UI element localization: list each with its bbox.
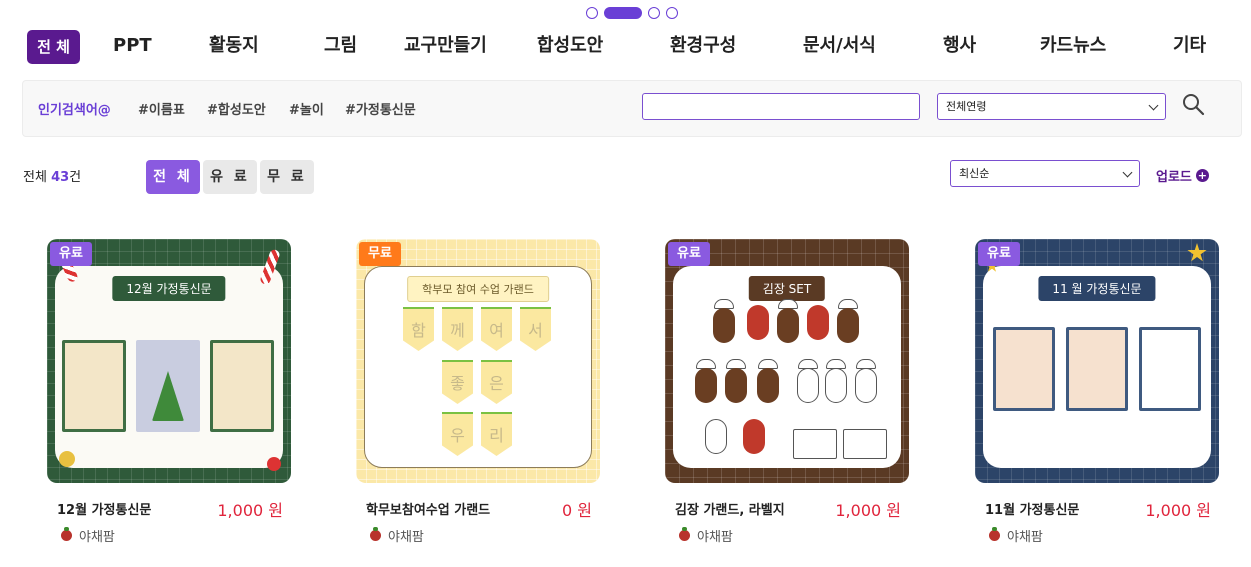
nav-item-drawing[interactable]: 그림 <box>324 28 357 64</box>
chevron-down-icon <box>1122 167 1133 178</box>
thumbnail-title: 학부모 참여 수업 가랜드 <box>407 276 549 302</box>
free-badge: 무료 <box>359 242 401 266</box>
nav-item-all[interactable]: 전 체 <box>27 30 80 64</box>
upload-label: 업로드 <box>1156 170 1192 185</box>
category-nav: 전 체 PPT 활동지 그림 교구만들기 합성도안 환경구성 문서/서식 행사 … <box>27 28 1227 64</box>
product-card[interactable]: 유료 11 월 가정통신문 11월 가정통신문 1,000 원 야채팜 <box>975 239 1219 545</box>
pennant-letter: 함 <box>411 321 426 340</box>
product-thumbnail[interactable]: 유료 김장 SET <box>665 239 909 483</box>
product-price: 1,000 원 <box>835 501 901 520</box>
popular-keywords-label: 인기검색어@ <box>38 103 111 118</box>
filter-paid-button[interactable]: 유 료 <box>203 160 257 194</box>
author-name: 야채팜 <box>697 530 733 545</box>
author-name: 야채팜 <box>1007 530 1043 545</box>
popular-tag[interactable]: #놀이 <box>289 99 324 118</box>
nav-item-composite[interactable]: 합성도안 <box>537 28 603 64</box>
product-title[interactable]: 학무보참여수업 가랜드 <box>366 499 490 518</box>
age-select[interactable]: 전체연령 <box>937 93 1166 120</box>
author-name: 야채팜 <box>79 530 115 545</box>
total-number: 43 <box>51 170 70 185</box>
popular-tag[interactable]: #가정통신문 <box>345 99 416 118</box>
tomato-icon <box>679 527 690 541</box>
carousel-pager <box>586 7 678 19</box>
author[interactable]: 야채팜 <box>679 526 733 545</box>
upload-button[interactable]: 업로드 + <box>1156 166 1209 185</box>
total-prefix: 전체 <box>23 170 47 185</box>
pennant-letter: 여 <box>489 321 504 340</box>
product-card[interactable]: 유료 12월 가정통신문 12월 가정통신문 1,000 원 야채팜 <box>47 239 291 545</box>
tomato-icon <box>61 527 72 541</box>
popular-tag[interactable]: #합성도안 <box>207 99 266 118</box>
product-thumbnail[interactable]: 유료 11 월 가정통신문 <box>975 239 1219 483</box>
thumbnail-title: 12월 가정통신문 <box>112 276 226 301</box>
product-card[interactable]: 유료 김장 SET 김장 가랜드, 라벨지 1,000 원 야채팜 <box>665 239 909 545</box>
pennant-letter: 은 <box>489 374 504 393</box>
product-thumbnail[interactable]: 무료 학부모 참여 수업 가랜드 함 께 여 서 좋 은 우 리 <box>356 239 600 483</box>
search-panel: 인기검색어@ #이름표 #합성도안 #놀이 #가정통신문 전체연령 <box>22 80 1242 137</box>
nav-item-teaching-aids[interactable]: 교구만들기 <box>404 28 487 64</box>
paid-badge: 유료 <box>978 242 1020 266</box>
pennant-letter: 우 <box>450 426 465 445</box>
product-title[interactable]: 김장 가랜드, 라벨지 <box>675 499 785 518</box>
nav-item-ppt[interactable]: PPT <box>113 28 152 64</box>
paid-badge: 유료 <box>668 242 710 266</box>
product-card[interactable]: 무료 학부모 참여 수업 가랜드 함 께 여 서 좋 은 우 리 학무보참여수업… <box>356 239 600 545</box>
author[interactable]: 야채팜 <box>61 526 115 545</box>
plus-icon: + <box>1195 169 1209 182</box>
total-count: 전체 43건 <box>23 166 81 185</box>
nav-item-etc[interactable]: 기타 <box>1173 28 1206 64</box>
product-title[interactable]: 12월 가정통신문 <box>57 499 151 518</box>
pennant-letter: 서 <box>528 321 543 340</box>
product-price: 1,000 원 <box>1145 501 1211 520</box>
pennant-letter: 좋 <box>450 374 465 393</box>
sort-select[interactable]: 최신순 <box>950 160 1140 187</box>
popular-tag[interactable]: #이름표 <box>138 99 185 118</box>
pager-dot[interactable] <box>666 7 678 19</box>
pennant-letter: 께 <box>450 321 465 340</box>
product-title[interactable]: 11월 가정통신문 <box>985 499 1079 518</box>
nav-item-documents[interactable]: 문서/서식 <box>803 28 876 64</box>
sort-select-value: 최신순 <box>959 167 990 180</box>
search-input[interactable] <box>642 93 920 120</box>
paid-badge: 유료 <box>50 242 92 266</box>
author[interactable]: 야채팜 <box>370 526 424 545</box>
search-button[interactable] <box>1181 92 1207 118</box>
pennant-letter: 리 <box>489 426 504 445</box>
nav-item-card-news[interactable]: 카드뉴스 <box>1040 28 1106 64</box>
chevron-down-icon <box>1148 100 1159 111</box>
pager-dot[interactable] <box>586 7 598 19</box>
nav-item-events[interactable]: 행사 <box>943 28 976 64</box>
thumbnail-title: 11 월 가정통신문 <box>1038 276 1156 301</box>
product-price: 1,000 원 <box>217 501 283 520</box>
tomato-icon <box>989 527 1000 541</box>
product-price: 0 원 <box>562 501 592 520</box>
filter-all-button[interactable]: 전 체 <box>146 160 200 194</box>
nav-item-worksheet[interactable]: 활동지 <box>209 28 259 64</box>
total-suffix: 건 <box>69 170 82 185</box>
author[interactable]: 야채팜 <box>989 526 1043 545</box>
product-thumbnail[interactable]: 유료 12월 가정통신문 <box>47 239 291 483</box>
filter-free-button[interactable]: 무 료 <box>260 160 314 194</box>
tomato-icon <box>370 527 381 541</box>
thumbnail-title: 김장 SET <box>748 276 826 301</box>
pager-dot[interactable] <box>648 7 660 19</box>
nav-item-environment[interactable]: 환경구성 <box>670 28 736 64</box>
age-select-value: 전체연령 <box>946 100 987 113</box>
search-icon <box>1183 94 1205 116</box>
author-name: 야채팜 <box>388 530 424 545</box>
pager-dot-active[interactable] <box>604 7 642 19</box>
